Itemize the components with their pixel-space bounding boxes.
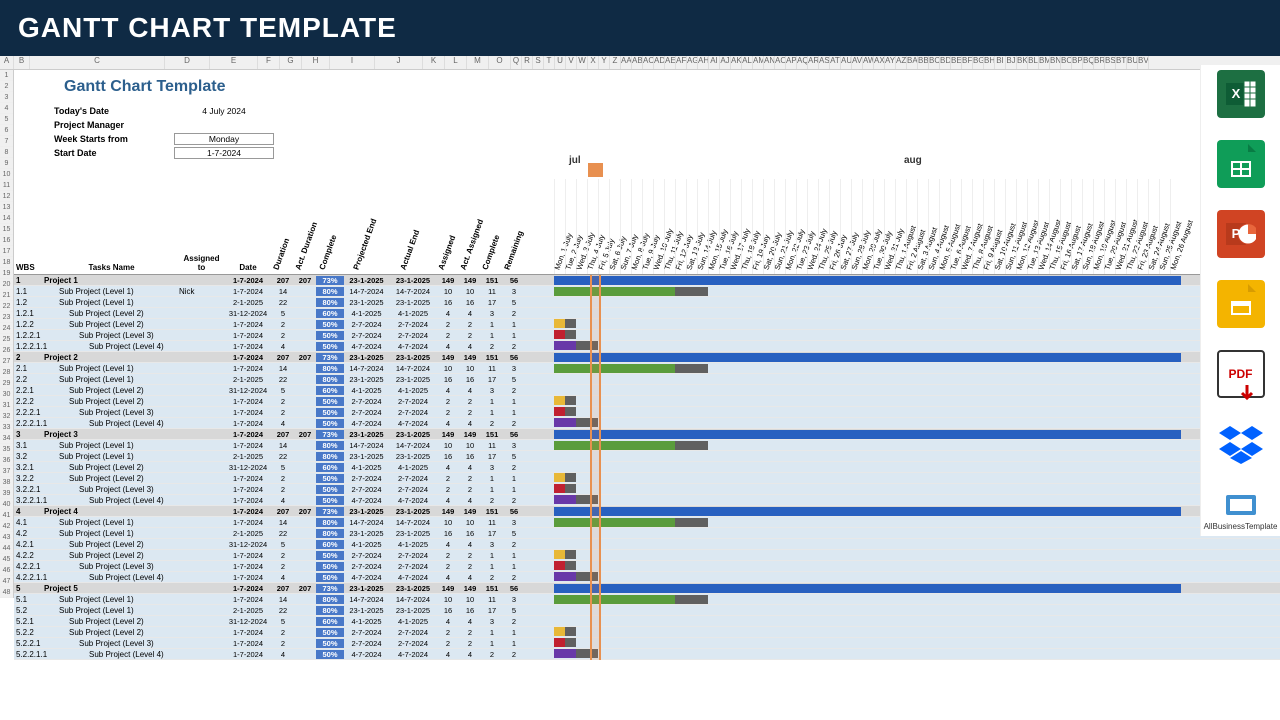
col-act-duration: Act. Duration: [294, 272, 316, 274]
table-row[interactable]: 2.1 Sub Project (Level 1) 1-7-2024 14 80…: [14, 363, 1280, 374]
svg-text:X: X: [1231, 86, 1240, 101]
table-row[interactable]: 1.2.2 Sub Project (Level 2) 1-7-2024 2 5…: [14, 319, 1280, 330]
col-remaining: Remaining: [503, 272, 525, 274]
table-row[interactable]: 5.2.2.1.1 Sub Project (Level 4) 1-7-2024…: [14, 649, 1280, 660]
table-row[interactable]: 3.2 Sub Project (Level 1) 2-1-2025 22 80…: [14, 451, 1280, 462]
col-assigned-n: Assigned: [437, 272, 459, 274]
table-row[interactable]: 2.2.1 Sub Project (Level 2) 31-12-2024 5…: [14, 385, 1280, 396]
table-row[interactable]: 2.2.2.1.1 Sub Project (Level 4) 1-7-2024…: [14, 418, 1280, 429]
col-act-assigned: Act. Assigned: [459, 272, 481, 274]
table-row[interactable]: 3.2.2.1 Sub Project (Level 3) 1-7-2024 2…: [14, 484, 1280, 495]
table-row[interactable]: 5.2.1 Sub Project (Level 2) 31-12-2024 5…: [14, 616, 1280, 627]
sheets-icon[interactable]: [1217, 140, 1265, 188]
sheet-title: Gantt Chart Template: [14, 70, 1280, 102]
svg-text:P: P: [1231, 226, 1240, 241]
table-row[interactable]: 5.1 Sub Project (Level 1) 1-7-2024 14 80…: [14, 594, 1280, 605]
start-label: Start Date: [54, 148, 174, 158]
column-headers: ABCDEFGHIJKLMOQRSTUVWXYZAAABACADAEAFAGAH…: [0, 56, 1280, 70]
table-row[interactable]: 3.1 Sub Project (Level 1) 1-7-2024 14 80…: [14, 440, 1280, 451]
page-header: GANTT CHART TEMPLATE: [0, 0, 1280, 56]
table-row[interactable]: 2 Project 2 1-7-2024 207 207 73% 23-1-20…: [14, 352, 1280, 363]
table-row[interactable]: 1 Project 1 1-7-2024 207 207 73% 23-1-20…: [14, 275, 1280, 286]
col-date: Date: [224, 263, 272, 274]
table-row[interactable]: 2.2.2 Sub Project (Level 2) 1-7-2024 2 5…: [14, 396, 1280, 407]
table-row[interactable]: 5 Project 5 1-7-2024 207 207 73% 23-1-20…: [14, 583, 1280, 594]
spreadsheet: ABCDEFGHIJKLMOQRSTUVWXYZAAABACADAEAFAGAH…: [0, 56, 1280, 660]
slides-icon[interactable]: [1217, 280, 1265, 328]
col-task: Tasks Name: [44, 263, 179, 274]
powerpoint-icon[interactable]: P: [1217, 210, 1265, 258]
today-marker-top: [588, 163, 603, 177]
table-row[interactable]: 4.2.2.1.1 Sub Project (Level 4) 1-7-2024…: [14, 572, 1280, 583]
pm-label: Project Manager: [54, 120, 174, 130]
table-row[interactable]: 5.2.2.1 Sub Project (Level 3) 1-7-2024 2…: [14, 638, 1280, 649]
week-label: Week Starts from: [54, 134, 174, 144]
col-wbs: WBS: [14, 263, 44, 274]
date-headers: Mon, 1 JulyTue, 2 JulyWed, 3 JulyThu, 4 …: [554, 179, 1181, 274]
table-row[interactable]: 4.2.2 Sub Project (Level 2) 1-7-2024 2 5…: [14, 550, 1280, 561]
table-row[interactable]: 1.2.2.1 Sub Project (Level 3) 1-7-2024 2…: [14, 330, 1280, 341]
meta-block: Today's Date4 July 2024 Project Manager …: [14, 102, 1280, 162]
dropbox-icon[interactable]: [1217, 420, 1265, 468]
table-row[interactable]: 1.2.2.1.1 Sub Project (Level 4) 1-7-2024…: [14, 341, 1280, 352]
table-row[interactable]: 4.2.1 Sub Project (Level 2) 31-12-2024 5…: [14, 539, 1280, 550]
pdf-icon[interactable]: PDF: [1217, 350, 1265, 398]
table-row[interactable]: 1.2.1 Sub Project (Level 2) 31-12-2024 5…: [14, 308, 1280, 319]
table-row[interactable]: 3 Project 3 1-7-2024 207 207 73% 23-1-20…: [14, 429, 1280, 440]
row-numbers: 1234567891011121314151617181920212223242…: [0, 70, 14, 598]
week-value[interactable]: Monday: [174, 133, 274, 145]
col-actual-end: Actual End: [389, 272, 437, 274]
col-assigned: Assigned to: [179, 254, 224, 274]
brand-logo: AllBusinessTemplate: [1204, 490, 1278, 531]
file-type-sidebar: X P PDF AllBusinessTemplate: [1200, 65, 1280, 536]
table-row[interactable]: 5.2 Sub Project (Level 1) 2-1-2025 22 80…: [14, 605, 1280, 616]
table-row[interactable]: 4 Project 4 1-7-2024 207 207 73% 23-1-20…: [14, 506, 1280, 517]
col-projected-end: Projected End: [344, 272, 389, 274]
table-row[interactable]: 4.1 Sub Project (Level 1) 1-7-2024 14 80…: [14, 517, 1280, 528]
table-row[interactable]: 2.2 Sub Project (Level 1) 2-1-2025 22 80…: [14, 374, 1280, 385]
table-row[interactable]: 3.2.1 Sub Project (Level 2) 31-12-2024 5…: [14, 462, 1280, 473]
col-duration: Duration: [272, 272, 294, 274]
table-row[interactable]: 3.2.2 Sub Project (Level 2) 1-7-2024 2 5…: [14, 473, 1280, 484]
col-complete-n: Complete: [481, 272, 503, 274]
gantt-rows: 1 Project 1 1-7-2024 207 207 73% 23-1-20…: [14, 275, 1280, 660]
today-label: Today's Date: [54, 106, 174, 116]
gantt-grid: WBS Tasks Name Assigned to Date Duration…: [14, 180, 1280, 660]
start-value[interactable]: 1-7-2024: [174, 147, 274, 159]
col-complete: Complete: [316, 272, 344, 274]
today-value: 4 July 2024: [174, 106, 274, 116]
table-row[interactable]: 2.2.2.1 Sub Project (Level 3) 1-7-2024 2…: [14, 407, 1280, 418]
excel-icon[interactable]: X: [1217, 70, 1265, 118]
table-row[interactable]: 4.2.2.1 Sub Project (Level 3) 1-7-2024 2…: [14, 561, 1280, 572]
table-row[interactable]: 4.2 Sub Project (Level 1) 2-1-2025 22 80…: [14, 528, 1280, 539]
table-row[interactable]: 3.2.2.1.1 Sub Project (Level 4) 1-7-2024…: [14, 495, 1280, 506]
table-row[interactable]: 5.2.2 Sub Project (Level 2) 1-7-2024 2 5…: [14, 627, 1280, 638]
table-row[interactable]: 1.1 Sub Project (Level 1) Nick 1-7-2024 …: [14, 286, 1280, 297]
grid-header: WBS Tasks Name Assigned to Date Duration…: [14, 180, 1280, 275]
table-row[interactable]: 1.2 Sub Project (Level 1) 2-1-2025 22 80…: [14, 297, 1280, 308]
